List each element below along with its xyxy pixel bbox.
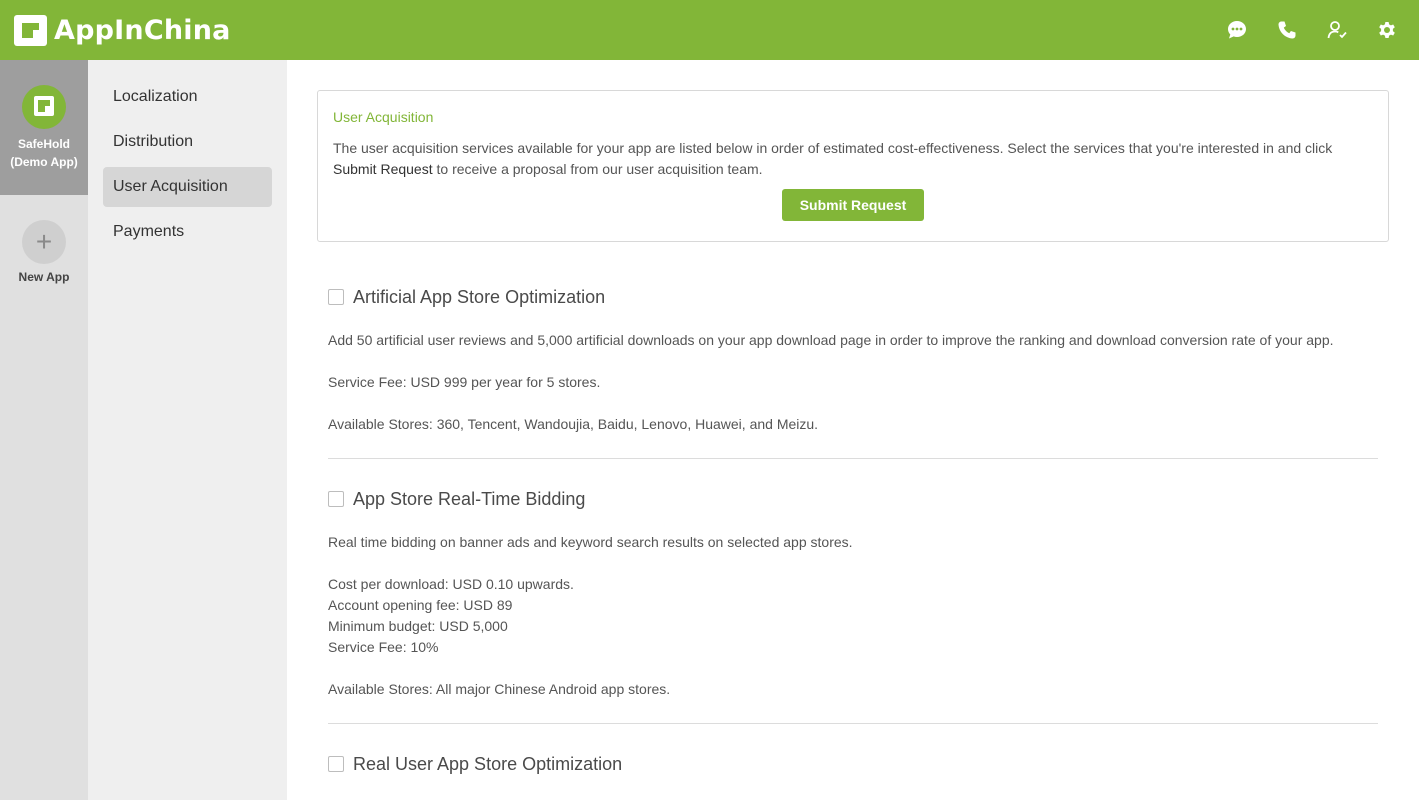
appinchina-logo-icon <box>14 14 47 46</box>
new-app-label: New App <box>18 270 70 284</box>
cost-line: Minimum budget: USD 5,000 <box>328 618 508 634</box>
service-real-user-aso: Real User App Store Optimization <box>328 752 1378 776</box>
cost-line: Service Fee: 10% <box>328 639 439 655</box>
intro-text-after: to receive a proposal from our user acqu… <box>436 161 763 177</box>
service-checkbox[interactable] <box>328 491 344 507</box>
service-stores: Available Stores: 360, Tencent, Wandouji… <box>328 416 819 432</box>
app-name: SafeHold (Demo App) <box>0 135 88 171</box>
service-description: Add 50 artificial user reviews and 5,000… <box>328 332 1334 348</box>
nav-item-localization[interactable]: Localization <box>103 77 272 117</box>
service-artificial-aso: Artificial App Store Optimization <box>328 285 1378 309</box>
panel-title: User Acquisition <box>333 109 434 125</box>
service-checkbox[interactable] <box>328 756 344 772</box>
account-manager-icon[interactable] <box>1325 18 1349 42</box>
main-content: User Acquisition The user acquisition se… <box>287 60 1419 800</box>
service-header: Real User App Store Optimization <box>328 752 1378 776</box>
service-header: App Store Real-Time Bidding <box>328 487 1378 511</box>
cost-line: Account opening fee: USD 89 <box>328 597 513 613</box>
app-name-line1: SafeHold <box>17 137 70 151</box>
section-nav: Localization Distribution User Acquisiti… <box>88 60 287 800</box>
nav-item-distribution[interactable]: Distribution <box>103 122 272 162</box>
phone-icon[interactable] <box>1275 18 1299 42</box>
intro-text-emphasis: Submit Request <box>333 161 433 177</box>
divider <box>328 723 1378 724</box>
brand-name: AppInChina <box>54 14 231 46</box>
service-title: App Store Real-Time Bidding <box>353 488 586 509</box>
app-rail: SafeHold (Demo App) + New App <box>0 60 88 800</box>
service-title: Artificial App Store Optimization <box>353 286 606 307</box>
service-title: Real User App Store Optimization <box>353 753 623 774</box>
service-header: Artificial App Store Optimization <box>328 285 1378 309</box>
brand[interactable]: AppInChina <box>14 13 231 47</box>
service-fee: Service Fee: USD 999 per year for 5 stor… <box>328 374 601 390</box>
service-cost-details: Cost per download: USD 0.10 upwards. Acc… <box>328 574 1378 658</box>
service-real-time-bidding: App Store Real-Time Bidding <box>328 487 1378 511</box>
cost-line: Cost per download: USD 0.10 upwards. <box>328 576 574 592</box>
service-stores: Available Stores: All major Chinese Andr… <box>328 681 671 697</box>
intro-text-before: The user acquisition services available … <box>333 140 1333 156</box>
nav-item-payments[interactable]: Payments <box>103 212 272 252</box>
app-icon <box>22 85 66 129</box>
service-description: Real time bidding on banner ads and keyw… <box>328 534 853 550</box>
app-name-line2: (Demo App) <box>10 155 78 169</box>
app-selector-safehold[interactable]: SafeHold (Demo App) <box>0 60 88 195</box>
header-actions <box>1225 18 1399 42</box>
chat-icon[interactable] <box>1225 18 1249 42</box>
divider <box>328 458 1378 459</box>
submit-request-button[interactable]: Submit Request <box>782 189 924 221</box>
top-bar: AppInChina <box>0 0 1419 60</box>
nav-item-user-acquisition[interactable]: User Acquisition <box>103 167 272 207</box>
new-app-button[interactable]: + New App <box>0 220 88 290</box>
service-checkbox[interactable] <box>328 289 344 305</box>
intro-description: The user acquisition services available … <box>333 138 1378 180</box>
intro-panel: User Acquisition The user acquisition se… <box>317 90 1389 242</box>
settings-icon[interactable] <box>1375 18 1399 42</box>
plus-icon: + <box>22 220 66 264</box>
